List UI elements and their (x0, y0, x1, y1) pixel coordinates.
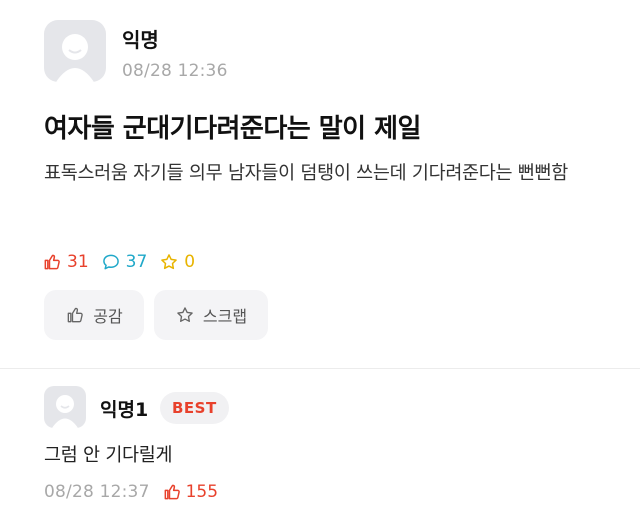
post: 익명 08/28 12:36 여자들 군대기다려준다는 말이 제일 표독스러움 … (0, 0, 640, 368)
post-date: 08/28 12:36 (122, 61, 228, 81)
comment-like-count: 155 (185, 482, 219, 502)
comment-avatar[interactable] (44, 386, 86, 428)
comment-like[interactable]: 155 (162, 482, 218, 502)
post-stats: 31 37 0 (42, 250, 207, 274)
like-count: 31 (42, 252, 89, 272)
default-profile-icon (56, 34, 94, 82)
default-profile-icon (52, 395, 78, 428)
divider (0, 368, 640, 369)
comment-date: 08/28 12:37 (44, 482, 150, 502)
post-body: 표독스러움 자기들 의무 남자들이 덤탱이 쓰는데 기다려준다는 뻔뻔함 (44, 163, 568, 184)
like-button[interactable]: 공감 (44, 290, 144, 340)
thumbs-up-icon (44, 254, 60, 270)
post-author: 익명 (122, 28, 159, 52)
author-avatar[interactable] (44, 20, 106, 82)
post-title: 여자들 군대기다려준다는 말이 제일 (44, 114, 421, 144)
scrap-button-label: 스크랩 (202, 307, 248, 326)
like-button-label: 공감 (93, 307, 123, 326)
like-count-value: 31 (67, 252, 89, 272)
star-icon (177, 307, 193, 322)
scrap-count: 0 (159, 252, 195, 272)
thumbs-up-icon (164, 484, 180, 500)
scrap-button[interactable]: 스크랩 (154, 290, 268, 340)
best-badge: BEST (160, 392, 229, 424)
comment-text: 그럼 안 기다릴게 (44, 445, 173, 466)
comment-author: 익명1 (100, 399, 149, 421)
comment-meta: 08/28 12:37 155 (44, 480, 218, 504)
comment-count: 37 (101, 252, 148, 272)
thumbs-up-icon (67, 307, 84, 323)
speech-bubble-icon (102, 254, 119, 270)
scrap-count-value: 0 (184, 252, 196, 272)
comment-count-value: 37 (125, 252, 148, 272)
star-icon (161, 254, 178, 270)
